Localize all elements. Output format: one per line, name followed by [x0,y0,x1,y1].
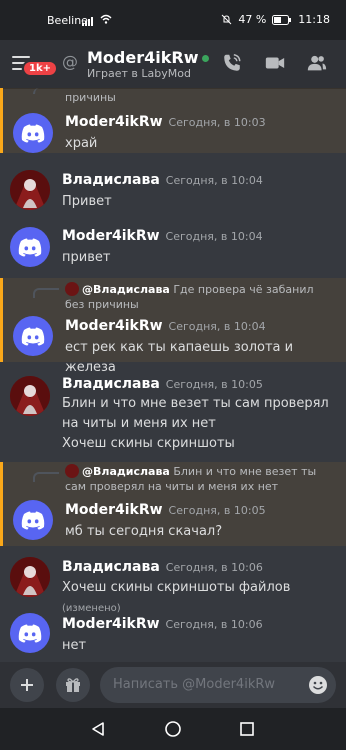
message-text-body: Хочеш скины скриншоты файлов [62,580,291,595]
call-icon[interactable] [221,52,243,74]
signal-icon [82,13,94,26]
message-text: Блин и что мне везет ты сам проверял на … [62,396,329,431]
author-name[interactable]: Moder4ikRw [62,228,160,244]
header-status: Играет в LabyMod [87,67,191,80]
avatar[interactable] [13,113,53,153]
user-photo-icon [10,557,50,597]
status-bar: Beeline 47 % 11:18 [0,0,346,40]
message-input-placeholder: Написать @Moder4ikRw [113,677,276,692]
message-text: Хочеш скины скриншоты [62,436,235,451]
author-name[interactable]: Moder4ikRw [62,616,160,632]
timestamp: Сегодня, в 10:04 [168,320,266,333]
avatar[interactable] [13,500,53,540]
recents-icon[interactable] [239,721,255,737]
message[interactable]: причины Moder4ikRw Сегодня, в 10:03 храй [0,88,346,153]
message[interactable]: @Владислава Где провера чё забанил без п… [0,278,346,375]
message[interactable]: Владислава Сегодня, в 10:04 Привет [0,166,346,222]
gift-icon [66,678,80,692]
header-username[interactable]: Moder4ikRw [87,48,210,67]
message-list[interactable]: причины Moder4ikRw Сегодня, в 10:03 храй … [0,88,346,662]
discord-logo-icon [21,124,45,143]
mute-icon [221,14,232,25]
message-text: привет [62,250,111,265]
clock: 11:18 [298,13,330,26]
home-icon[interactable] [164,720,182,738]
discord-logo-icon [18,238,42,257]
avatar[interactable] [10,227,50,267]
battery-icon [272,14,292,25]
author-name[interactable]: Владислава [62,172,160,188]
avatar[interactable] [13,316,53,356]
author-name[interactable]: Moder4ikRw [65,318,163,334]
avatar[interactable] [10,376,50,416]
timestamp: Сегодня, в 10:04 [165,174,263,187]
battery-percent: 47 % [238,13,267,26]
dm-header: 1k+ @ Moder4ikRw Играет в LabyMod [0,40,346,88]
message[interactable]: Владислава Сегодня, в 10:05 Блин и что мн… [0,372,346,458]
plus-icon [21,679,33,691]
discord-logo-icon [18,624,42,643]
reply-avatar [65,464,79,478]
author-name[interactable]: Владислава [62,376,160,392]
reply-preview[interactable]: @Владислава Где провера чё забанил без п… [65,282,335,312]
emoji-icon[interactable] [308,675,328,695]
reply-avatar [65,282,79,296]
online-indicator [202,55,210,62]
user-photo-icon [10,170,50,210]
author-name[interactable]: Moder4ikRw [65,114,163,130]
author-name[interactable]: Владислава [62,559,160,575]
composer-bar: Написать @Moder4ikRw [0,662,346,708]
message-text: храй [65,136,98,151]
reply-preview[interactable]: причины [65,90,335,105]
message[interactable]: Moder4ikRw Сегодня, в 10:04 привет [0,224,346,280]
header-username-text: Moder4ikRw [87,48,199,67]
avatar[interactable] [10,170,50,210]
reply-preview[interactable]: @Владислава Блин и что мне везет ты сам … [65,464,335,494]
timestamp: Сегодня, в 10:06 [165,561,263,574]
add-attachment-button[interactable] [10,668,44,702]
members-icon[interactable] [306,52,328,74]
wifi-icon [100,14,112,24]
reply-author: @Владислава [82,283,170,296]
author-name[interactable]: Moder4ikRw [65,502,163,518]
timestamp: Сегодня, в 10:03 [168,116,266,129]
video-icon[interactable] [264,52,286,74]
timestamp: Сегодня, в 10:06 [165,618,263,631]
timestamp: Сегодня, в 10:04 [165,230,263,243]
message[interactable]: @Владислава Блин и что мне везет ты сам … [0,462,346,546]
timestamp: Сегодня, в 10:05 [165,378,263,391]
avatar[interactable] [10,557,50,597]
gift-button[interactable] [56,668,90,702]
message-text: мб ты сегодня скачал? [65,524,223,539]
back-icon[interactable] [90,721,106,737]
user-photo-icon [10,376,50,416]
message-text: нет [62,638,87,653]
message[interactable]: Владислава Сегодня, в 10:06 Хочеш скины с… [0,554,346,614]
message-text: Привет [62,194,112,209]
unread-badge: 1k+ [22,60,58,77]
timestamp: Сегодня, в 10:05 [168,504,266,517]
at-icon: @ [62,52,78,71]
avatar[interactable] [10,613,50,653]
discord-logo-icon [21,327,45,346]
discord-logo-icon [21,511,45,530]
message[interactable]: Moder4ikRw Сегодня, в 10:06 нет [0,610,346,660]
reply-author: @Владислава [82,465,170,478]
android-nav-bar [0,708,346,750]
message-input[interactable]: Написать @Moder4ikRw [100,667,336,703]
